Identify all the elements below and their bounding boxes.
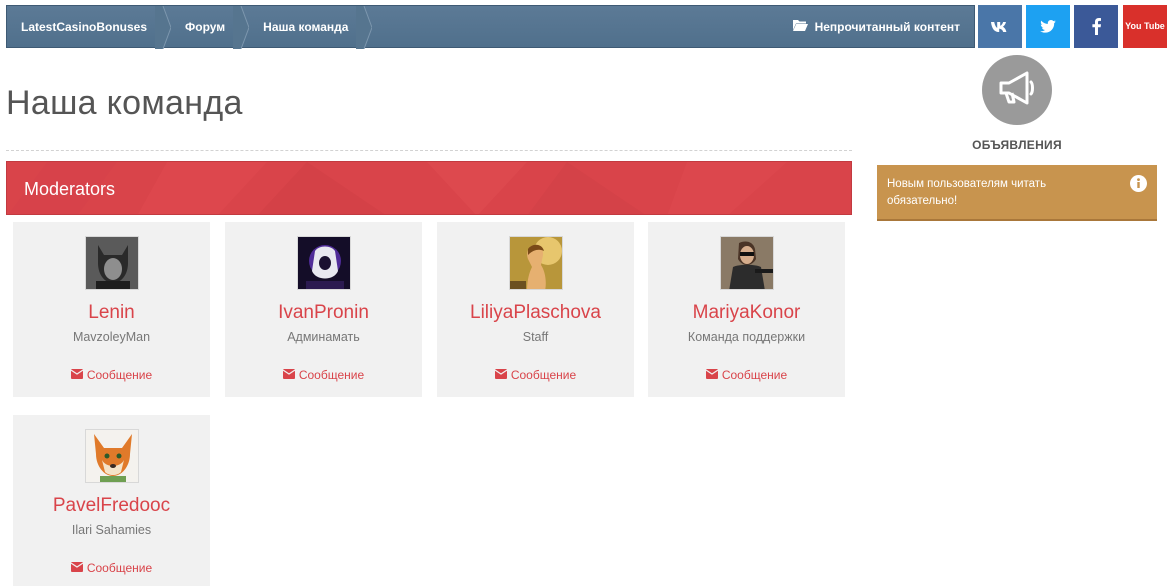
breadcrumb-label: Форум (185, 19, 226, 34)
envelope-icon (70, 368, 84, 382)
announcements-circle (982, 55, 1052, 125)
top-nav-bar: LatestCasinoBonuses Форум Наша команда Н… (6, 5, 975, 49)
message-label: Сообщение (86, 368, 153, 382)
twitter-button[interactable] (1026, 5, 1070, 48)
member-name[interactable]: Lenin (13, 302, 210, 324)
avatar[interactable] (509, 236, 563, 290)
member-title: Админамать (287, 330, 360, 344)
member-title: Команда поддержки (687, 330, 806, 344)
member-card-mariyakonor: MariyaKonor Команда поддержки Сообщение (648, 222, 845, 397)
megaphone-icon (997, 71, 1037, 110)
member-title: Ilari Sahamies (71, 523, 152, 537)
group-header-moderators: Moderators (6, 161, 852, 215)
envelope-icon (282, 368, 296, 382)
envelope-icon (494, 368, 508, 382)
breadcrumb-separator (356, 6, 373, 49)
message-button[interactable]: Сообщение (648, 368, 845, 382)
vk-button[interactable] (978, 5, 1022, 48)
message-label: Сообщение (86, 561, 153, 575)
breadcrumb-forum[interactable]: Форум (163, 6, 250, 49)
member-card-liliyaplaschova: LiliyaPlaschova Staff Сообщение (437, 222, 634, 397)
member-name[interactable]: IvanPronin (225, 302, 422, 324)
avatar[interactable] (720, 236, 774, 290)
member-name[interactable]: PavelFredooc (13, 495, 210, 517)
group-title: Moderators (24, 179, 116, 199)
youtube-icon: You Tube (1125, 22, 1165, 31)
vk-icon (990, 21, 1010, 33)
avatar[interactable] (85, 236, 139, 290)
envelope-icon (705, 368, 719, 382)
message-label: Сообщение (510, 368, 577, 382)
twitter-icon (1040, 20, 1056, 33)
envelope-icon (70, 561, 84, 575)
breadcrumb-separator (155, 6, 172, 49)
member-card-lenin: Lenin MavzoleyMan Сообщение (13, 222, 210, 397)
breadcrumb-label: LatestCasinoBonuses (21, 19, 148, 34)
facebook-button[interactable] (1074, 5, 1118, 48)
notice-text: Новым пользователям читать обязательно! (887, 178, 1047, 207)
youtube-button[interactable]: You Tube (1123, 5, 1167, 48)
youtube-icon-text: You Tube (1125, 21, 1165, 31)
member-card-pavelfredooc: PavelFredooc Ilari Sahamies Сообщение (13, 415, 210, 586)
info-icon (1130, 175, 1147, 197)
breadcrumb-separator (233, 6, 250, 49)
member-title: Staff (522, 330, 549, 344)
message-button[interactable]: Сообщение (225, 368, 422, 382)
announcement-notice[interactable]: Новым пользователям читать обязательно! (877, 165, 1157, 221)
message-button[interactable]: Сообщение (13, 368, 210, 382)
breadcrumb-current[interactable]: Наша команда (241, 6, 373, 49)
breadcrumb-home[interactable]: LatestCasinoBonuses (7, 6, 172, 49)
message-button[interactable]: Сообщение (13, 561, 210, 575)
avatar[interactable] (85, 429, 139, 483)
member-title: MavzoleyMan (72, 330, 151, 344)
avatar[interactable] (297, 236, 351, 290)
message-label: Сообщение (298, 368, 365, 382)
member-name[interactable]: MariyaKonor (648, 302, 845, 324)
unread-content-label: Непрочитанный контент (814, 19, 960, 34)
message-label: Сообщение (721, 368, 788, 382)
page-title: Наша команда (6, 84, 243, 122)
announcements-label: ОБЪЯВЛЕНИЯ (972, 138, 1062, 152)
unread-content-link[interactable]: Непрочитанный контент (779, 6, 974, 47)
member-name[interactable]: LiliyaPlaschova (437, 302, 634, 324)
folder-open-icon (792, 19, 808, 34)
breadcrumb-label: Наша команда (263, 19, 349, 34)
facebook-icon (1091, 18, 1101, 35)
message-button[interactable]: Сообщение (437, 368, 634, 382)
member-card-ivanpronin: IvanPronin Админамать Сообщение (225, 222, 422, 397)
title-divider (6, 150, 852, 151)
